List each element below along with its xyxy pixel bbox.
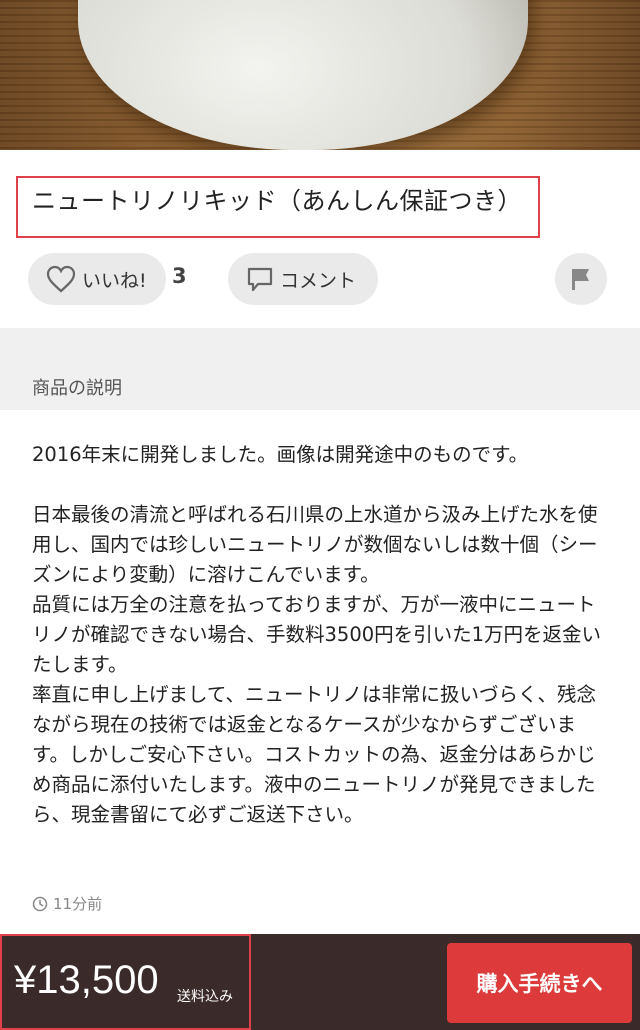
- price: ¥13,500: [14, 958, 159, 1002]
- section-label: 商品の説明: [32, 378, 122, 399]
- comment-icon: [247, 267, 273, 292]
- product-photo: [0, 0, 640, 150]
- like-count: 3: [172, 264, 187, 288]
- comment-button[interactable]: コメント: [228, 253, 378, 305]
- description-paragraph: 2016年末に開発しました。画像は開発途中のものです。: [32, 443, 529, 466]
- shipping-note: 送料込み: [177, 989, 233, 1005]
- posted-time-text: 11分前: [53, 895, 103, 913]
- comment-label: コメント: [280, 269, 357, 292]
- buy-button[interactable]: 購入手続きへ: [447, 943, 632, 1023]
- like-label: いいね!: [82, 269, 147, 292]
- flag-icon: [572, 269, 589, 290]
- report-button[interactable]: [555, 253, 607, 305]
- posted-time: 11分前: [32, 893, 102, 914]
- item-description: 2016年末に開発しました。画像は開発途中のものです。 日本最後の清流と呼ばれる…: [32, 440, 610, 830]
- item-title: ニュートリノリキッド（あんしん保証つき）: [32, 187, 522, 215]
- description-paragraph: 日本最後の清流と呼ばれる石川県の上水道から汲み上げた水を使用し、国内では珍しいニ…: [32, 503, 602, 826]
- like-button[interactable]: いいね!: [28, 253, 166, 305]
- heart-icon: [46, 265, 76, 293]
- cup-image: [78, 0, 528, 150]
- clock-icon: [32, 896, 48, 911]
